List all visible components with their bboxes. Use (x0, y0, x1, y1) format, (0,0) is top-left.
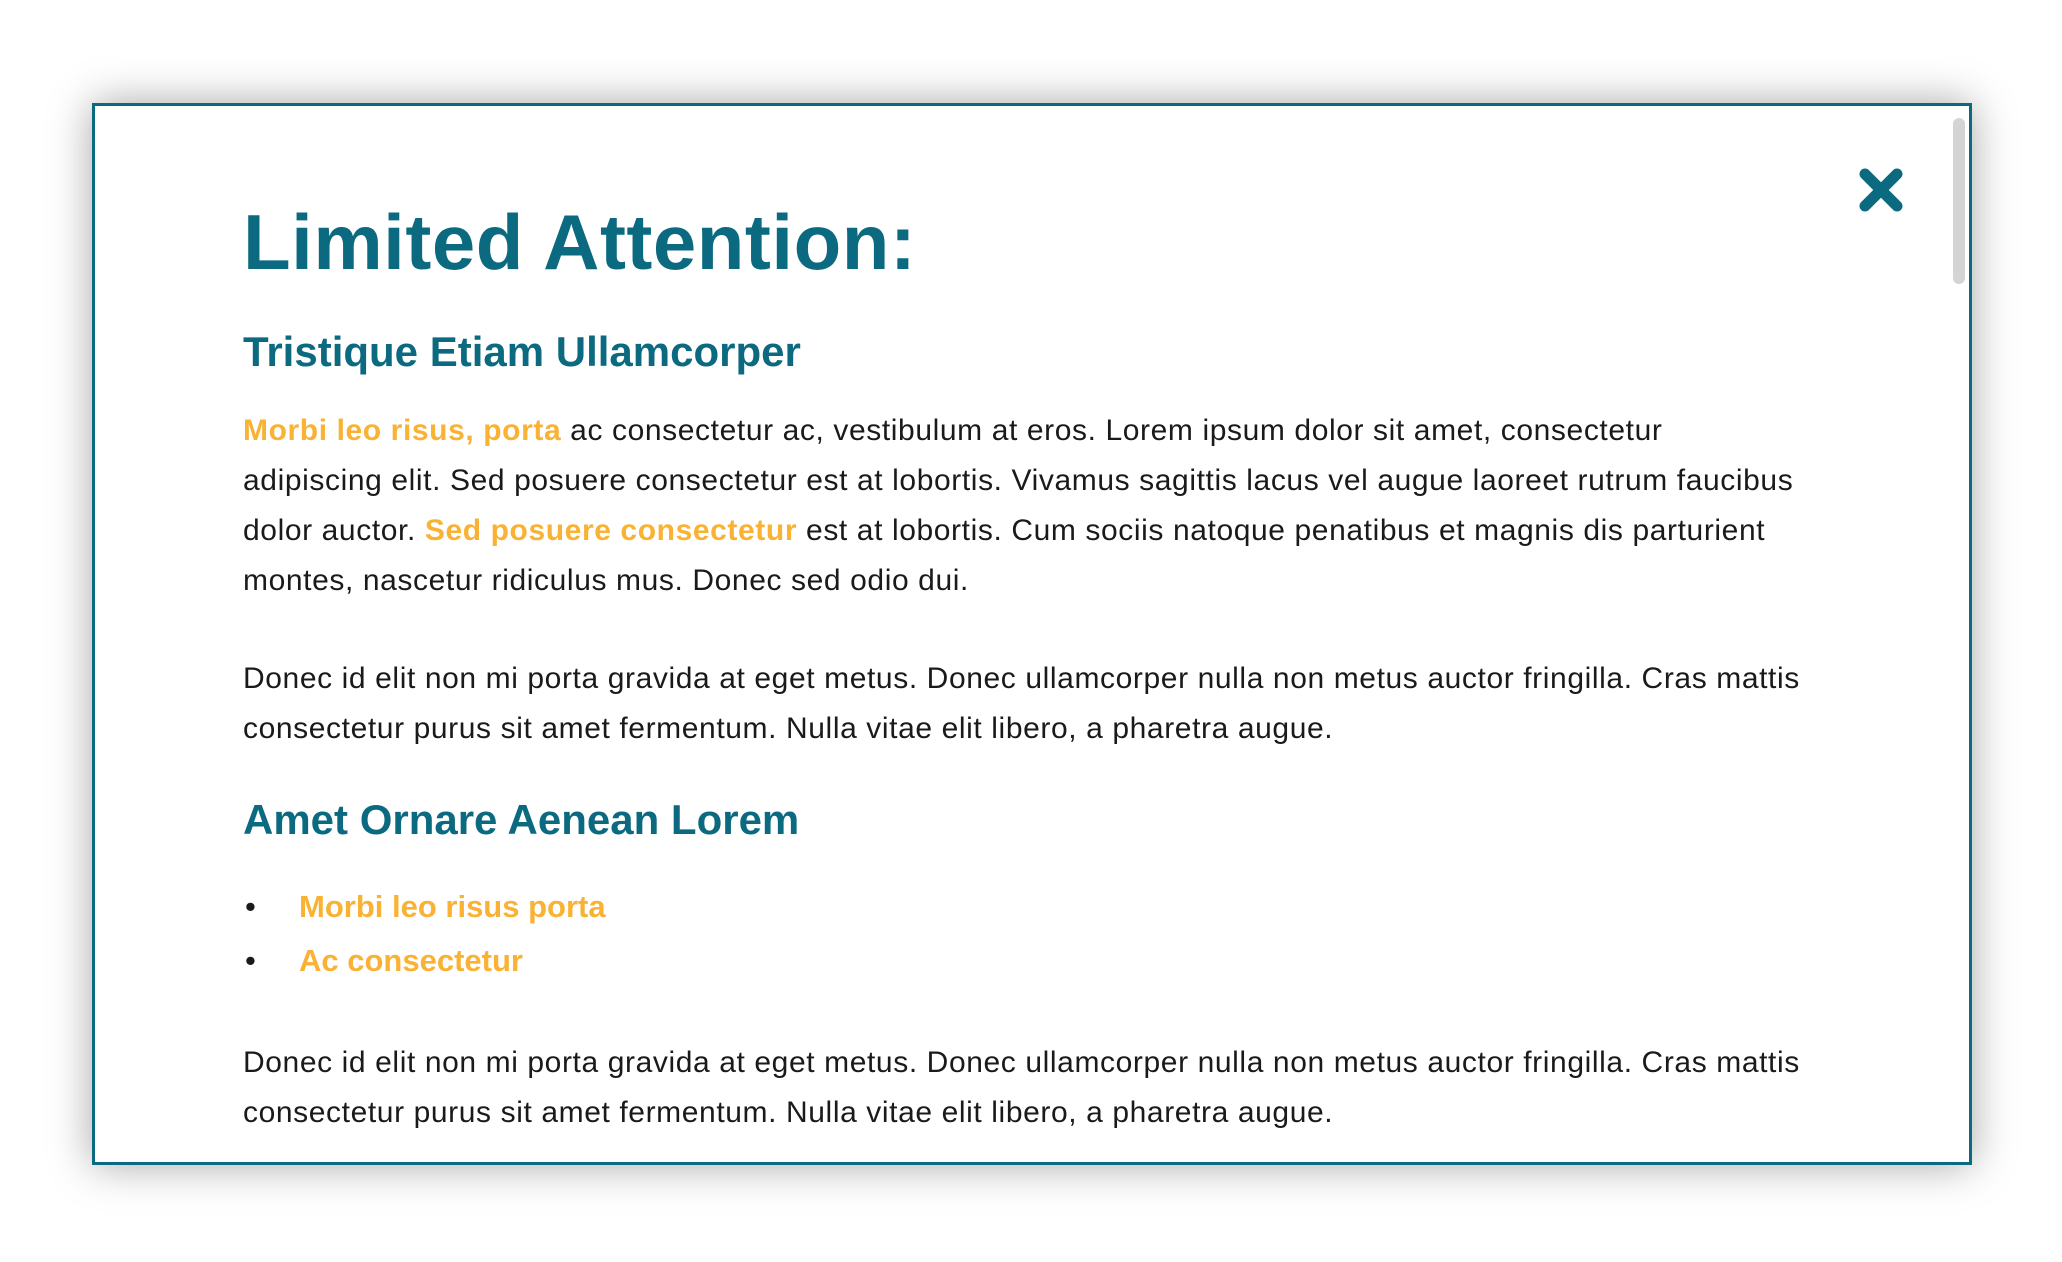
section-heading-tristique: Tristique Etiam Ullamcorper (243, 328, 801, 375)
bullet-icon: • (245, 943, 256, 978)
close-button[interactable] (1857, 166, 1905, 214)
paragraph-2: Donec id elit non mi porta gravida at eg… (243, 662, 1800, 745)
list-item[interactable]: • Ac consectetur (243, 934, 1843, 988)
link-list: • Morbi leo risus porta • Ac consectetur (243, 880, 1843, 988)
list-item[interactable]: • Morbi leo risus porta (243, 880, 1843, 934)
paragraph-1: Morbi leo risus, porta ac consectetur ac… (243, 406, 1803, 606)
paragraph-3: Donec id elit non mi porta gravida at eg… (243, 1046, 1800, 1129)
section-heading-amet: Amet Ornare Aenean Lorem (243, 796, 800, 843)
dialog-content: Limited Attention: Tristique Etiam Ullam… (243, 196, 1843, 1138)
list-item-label: Morbi leo risus porta (299, 889, 606, 924)
close-icon (1859, 168, 1903, 212)
modal-dialog: Limited Attention: Tristique Etiam Ullam… (92, 103, 1972, 1165)
highlight-link-2[interactable]: Sed posuere consectetur (425, 514, 797, 547)
scrollbar[interactable] (1951, 112, 1967, 1162)
highlight-link-1[interactable]: Morbi leo risus, porta (243, 414, 561, 447)
bullet-icon: • (245, 889, 256, 924)
scrollbar-thumb[interactable] (1953, 118, 1965, 284)
list-item-label: Ac consectetur (299, 943, 523, 978)
dialog-title: Limited Attention: (243, 198, 917, 286)
